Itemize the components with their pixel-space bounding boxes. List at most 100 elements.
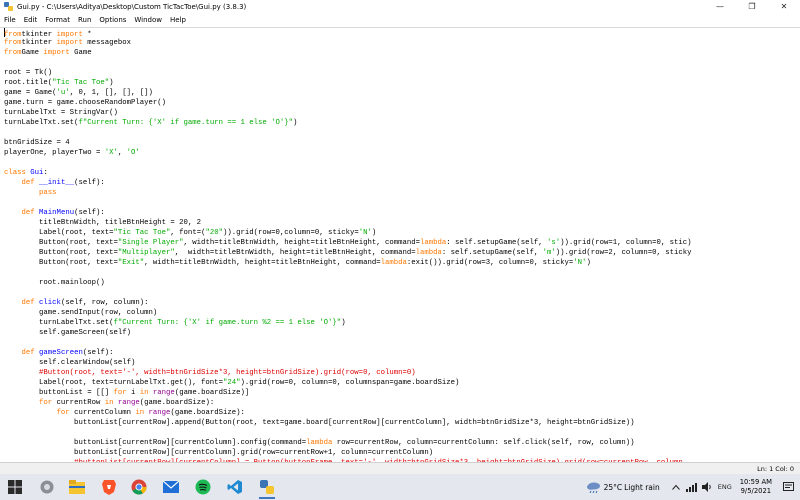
network-icon[interactable] [686,481,698,493]
code-line[interactable]: for currentColumn in range(game.boardSiz… [4,408,800,418]
code-line[interactable]: for currentRow in range(game.boardSize): [4,398,800,408]
spotify-icon[interactable] [192,477,214,497]
code-line[interactable] [4,58,800,68]
code-line[interactable]: fromtkinter import * [4,28,800,39]
code-token: "24" [222,379,241,387]
minimize-button[interactable]: — [704,0,736,13]
code-line[interactable]: turnLabelTxt = StringVar() [4,108,800,118]
code-token: game.sendInput(row, column) [4,309,158,317]
code-line[interactable]: buttonList[currentRow].append(Button(roo… [4,418,800,428]
code-line[interactable] [4,198,800,208]
code-line[interactable]: fromGame import Game [4,48,800,58]
language-indicator[interactable]: ENG [718,481,732,493]
task-manager-icon[interactable] [36,477,58,497]
code-line[interactable]: def MainMenu(self): [4,208,800,218]
chevron-up-icon[interactable] [670,481,682,493]
code-line[interactable]: game = Game('u', 0, 1, [], [], []) [4,88,800,98]
code-line[interactable]: buttonList[currentRow][currentColumn].gr… [4,448,800,458]
code-line[interactable] [4,158,800,168]
close-button[interactable]: ✕ [768,0,800,13]
menu-format[interactable]: Format [45,16,70,24]
code-token: ) [586,259,591,267]
code-line[interactable]: root.title("Tic Tac Toe") [4,78,800,88]
menu-run[interactable]: Run [78,16,91,24]
code-token: Game [69,49,92,57]
code-line[interactable] [4,268,800,278]
code-editor[interactable]: fromtkinter import * fromtkinter import m… [0,27,800,463]
system-tray: 25°C Light rain ENG 10:59 AM 9/5/2021 [586,474,800,500]
code-line[interactable]: def gameScreen(self): [4,348,800,358]
code-line[interactable]: self.gameScreen(self) [4,328,800,338]
menu-file[interactable]: File [4,16,16,24]
code-token: #Button(root, text='-', width=btnGridSiz… [39,369,416,377]
weather-temp: 25°C [603,482,623,492]
volume-icon[interactable] [702,481,714,493]
code-line[interactable]: buttonList[currentRow][currentColumn].co… [4,438,800,448]
code-line[interactable]: Button(root, text="Single Player", width… [4,238,800,248]
menu-window[interactable]: Window [134,16,162,24]
code-token: "Exit" [117,259,145,267]
menu-edit[interactable]: Edit [24,16,38,24]
code-token: in [135,409,145,417]
python-idle-taskbar-icon[interactable] [256,477,278,499]
code-token: for [56,409,70,417]
code-line[interactable]: game.turn = game.chooseRandomPlayer() [4,98,800,108]
windows-start-icon[interactable] [4,477,26,497]
code-token: buttonList[currentRow][currentColumn].gr… [4,449,434,457]
code-line[interactable]: fromtkinter import messagebox [4,38,800,48]
chrome-icon[interactable] [128,477,150,497]
code-line[interactable]: root = Tk() [4,68,800,78]
brave-browser-icon[interactable] [98,477,120,497]
code-line[interactable]: class Gui: [4,168,800,178]
vscode-icon[interactable] [224,477,246,497]
weather-widget[interactable]: 25°C Light rain [586,481,660,493]
code-line[interactable]: pass [4,188,800,198]
code-line[interactable]: turnLabelTxt.set(f"Current Turn: {'X' if… [4,118,800,128]
code-line[interactable]: root.mainloop() [4,278,800,288]
menu-help[interactable]: Help [170,16,186,24]
code-line[interactable]: playerOne, playerTwo = 'X', 'O' [4,148,800,158]
notification-icon[interactable] [782,481,794,493]
code-text-area[interactable]: fromtkinter import * fromtkinter import m… [0,28,800,463]
mail-icon[interactable] [160,477,182,497]
code-line[interactable]: def click(self, row, column): [4,298,800,308]
code-line[interactable]: self.clearWindow(self) [4,358,800,368]
code-line[interactable]: Button(root, text="Multiplayer", width=t… [4,248,800,258]
code-line[interactable] [4,128,800,138]
file-explorer-icon[interactable] [66,477,88,497]
code-token: Button(root, text= [4,259,118,267]
code-token: import [43,49,70,57]
code-token: )).grid(row=2, column=0, sticky [555,249,692,257]
code-line[interactable] [4,338,800,348]
code-line[interactable] [4,288,800,298]
code-line[interactable]: turnLabelTxt.set(f"Current Turn: {'X' if… [4,318,800,328]
code-line[interactable]: Button(root, text="Exit", width=titleBtn… [4,258,800,268]
code-token: , width=titleBtnWidth, height=titleBtnHe… [174,249,416,257]
code-token: MainMenu [39,209,75,217]
code-token: 'm' [542,249,556,257]
code-line[interactable]: titleBtnWidth, titleBtnHeight = 20, 2 [4,218,800,228]
code-token: )) [560,239,569,247]
code-token: Button(root, text= [4,249,118,257]
code-line[interactable]: game.sendInput(row, column) [4,308,800,318]
code-line[interactable]: def __init__(self): [4,178,800,188]
menu-options[interactable]: Options [99,16,126,24]
code-line[interactable]: Label(root, text="Tic Tac Toe", font=("2… [4,228,800,238]
code-token: game.turn = game.chooseRandomPlayer() [4,99,167,107]
code-line[interactable]: buttonList = [[] for i in range(game.boa… [4,388,800,398]
code-token: : self.setupGame(self, [441,249,543,257]
code-token: , font=( [170,229,206,237]
code-token: (game.boardSize): [139,399,215,407]
clock[interactable]: 10:59 AM 9/5/2021 [740,478,772,496]
maximize-button[interactable]: ❐ [736,0,768,13]
code-line[interactable] [4,428,800,438]
code-line[interactable]: btnGridSize = 4 [4,138,800,148]
code-token: Label(root, text= [4,229,114,237]
code-token: ) [293,119,298,127]
code-line[interactable]: #Button(root, text='-', width=btnGridSiz… [4,368,800,378]
code-token: "Multiplayer" [117,249,175,257]
code-line[interactable]: Label(root, text=turnLabelTxt.get(), fon… [4,378,800,388]
